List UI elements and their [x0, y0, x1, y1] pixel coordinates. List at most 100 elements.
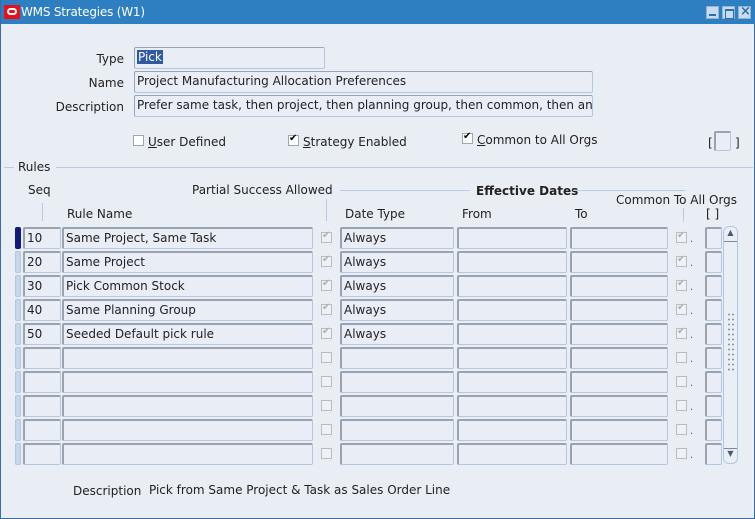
minimize-button[interactable]: [706, 6, 719, 19]
to-date-cell[interactable]: [570, 395, 668, 417]
to-date-cell[interactable]: [570, 443, 668, 465]
row-indicator[interactable]: [15, 419, 21, 441]
to-date-cell[interactable]: [570, 419, 668, 441]
row-flexfield[interactable]: [705, 251, 722, 273]
date-type-cell[interactable]: [340, 419, 454, 441]
partial-success-checkbox[interactable]: [321, 278, 332, 291]
row-indicator[interactable]: [15, 371, 21, 393]
row-indicator[interactable]: [15, 395, 21, 417]
row-flexfield[interactable]: [705, 299, 722, 321]
date-type-cell[interactable]: [340, 371, 454, 393]
partial-success-checkbox[interactable]: [321, 448, 332, 459]
scroll-thumb-grip[interactable]: [727, 312, 735, 372]
seq-cell[interactable]: [23, 347, 61, 369]
rule-name-cell[interactable]: [62, 419, 313, 441]
row-flexfield[interactable]: [705, 443, 722, 465]
close-button[interactable]: ×: [738, 4, 751, 19]
rule-name-cell[interactable]: [62, 395, 313, 417]
rule-name-cell[interactable]: Seeded Default pick rule: [62, 323, 313, 345]
common-to-all-orgs-row-checkbox[interactable]: [676, 352, 687, 363]
seq-cell[interactable]: 50: [23, 323, 61, 345]
seq-cell[interactable]: 30: [23, 275, 61, 297]
seq-cell[interactable]: [23, 395, 61, 417]
partial-success-checkbox[interactable]: [321, 254, 332, 267]
row-flexfield[interactable]: [705, 419, 722, 441]
row-flexfield[interactable]: [705, 323, 722, 345]
row-indicator[interactable]: [15, 275, 21, 297]
to-date-cell[interactable]: [570, 227, 668, 249]
partial-success-checkbox[interactable]: [321, 376, 332, 387]
rule-name-cell[interactable]: Pick Common Stock: [62, 275, 313, 297]
row-indicator[interactable]: [15, 347, 21, 369]
seq-cell[interactable]: [23, 443, 61, 465]
name-field[interactable]: Project Manufacturing Allocation Prefere…: [134, 71, 593, 93]
partial-success-checkbox[interactable]: [321, 326, 332, 339]
from-date-cell[interactable]: [457, 227, 567, 249]
partial-success-checkbox[interactable]: [321, 424, 332, 435]
rule-name-cell[interactable]: Same Planning Group: [62, 299, 313, 321]
partial-success-checkbox[interactable]: [321, 400, 332, 411]
row-flexfield[interactable]: [705, 371, 722, 393]
to-date-cell[interactable]: [570, 275, 668, 297]
row-flexfield[interactable]: [705, 395, 722, 417]
row-flexfield[interactable]: [705, 227, 722, 249]
partial-success-checkbox[interactable]: [321, 230, 332, 243]
partial-success-checkbox[interactable]: [321, 352, 332, 363]
date-type-cell[interactable]: [340, 443, 454, 465]
common-to-all-orgs-row-checkbox[interactable]: [676, 448, 687, 459]
row-indicator[interactable]: [15, 251, 21, 273]
common-to-all-orgs-row-checkbox[interactable]: [676, 326, 687, 339]
seq-cell[interactable]: 10: [23, 227, 61, 249]
date-type-cell[interactable]: [340, 395, 454, 417]
row-indicator[interactable]: [15, 443, 21, 465]
from-date-cell[interactable]: [457, 251, 567, 273]
rule-name-cell[interactable]: [62, 443, 313, 465]
row-flexfield[interactable]: [705, 347, 722, 369]
common-to-all-orgs-row-checkbox[interactable]: [676, 278, 687, 291]
to-date-cell[interactable]: [570, 251, 668, 273]
title-bar[interactable]: WMS Strategies (W1) ×: [1, 0, 755, 24]
seq-cell[interactable]: 40: [23, 299, 61, 321]
date-type-cell[interactable]: Always: [340, 275, 454, 297]
to-date-cell[interactable]: [570, 323, 668, 345]
from-date-cell[interactable]: [457, 371, 567, 393]
descriptive-flexfield[interactable]: [714, 131, 731, 151]
common-to-all-orgs-checkbox[interactable]: [462, 131, 473, 144]
row-indicator[interactable]: [15, 323, 21, 345]
from-date-cell[interactable]: [457, 275, 567, 297]
scroll-up-arrow-icon[interactable]: ▲: [724, 228, 737, 242]
row-flexfield[interactable]: [705, 275, 722, 297]
user-defined-checkbox[interactable]: [133, 135, 144, 146]
date-type-cell[interactable]: [340, 347, 454, 369]
common-to-all-orgs-row-checkbox[interactable]: [676, 302, 687, 315]
common-to-all-orgs-row-checkbox[interactable]: [676, 400, 687, 411]
rules-scrollbar[interactable]: ▲ ▼: [723, 226, 738, 464]
type-field[interactable]: Pick: [134, 47, 325, 69]
maximize-button[interactable]: [722, 6, 735, 19]
date-type-cell[interactable]: Always: [340, 227, 454, 249]
to-date-cell[interactable]: [570, 371, 668, 393]
common-to-all-orgs-row-checkbox[interactable]: [676, 376, 687, 387]
seq-cell[interactable]: 20: [23, 251, 61, 273]
row-indicator[interactable]: [15, 227, 21, 249]
date-type-cell[interactable]: Always: [340, 251, 454, 273]
scroll-down-arrow-icon[interactable]: ▼: [724, 448, 737, 462]
partial-success-checkbox[interactable]: [321, 302, 332, 315]
from-date-cell[interactable]: [457, 323, 567, 345]
from-date-cell[interactable]: [457, 299, 567, 321]
strategy-enabled-checkbox[interactable]: [288, 133, 299, 146]
to-date-cell[interactable]: [570, 347, 668, 369]
rule-name-cell[interactable]: [62, 347, 313, 369]
common-to-all-orgs-row-checkbox[interactable]: [676, 424, 687, 435]
rule-name-cell[interactable]: Same Project: [62, 251, 313, 273]
to-date-cell[interactable]: [570, 299, 668, 321]
seq-cell[interactable]: [23, 371, 61, 393]
from-date-cell[interactable]: [457, 395, 567, 417]
row-indicator[interactable]: [15, 299, 21, 321]
from-date-cell[interactable]: [457, 347, 567, 369]
date-type-cell[interactable]: Always: [340, 323, 454, 345]
rule-name-cell[interactable]: Same Project, Same Task: [62, 227, 313, 249]
from-date-cell[interactable]: [457, 419, 567, 441]
common-to-all-orgs-row-checkbox[interactable]: [676, 230, 687, 243]
description-field[interactable]: Prefer same task, then project, then pla…: [134, 95, 593, 117]
